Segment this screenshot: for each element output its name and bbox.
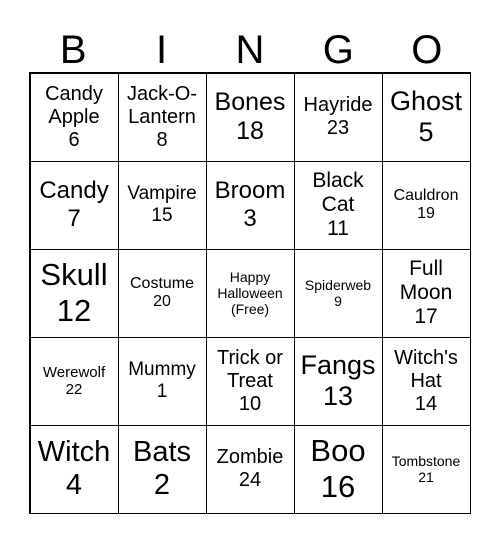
cell-label: Zombie <box>216 446 284 468</box>
cell-label: Witch <box>37 435 111 468</box>
bingo-cell[interactable]: Happy Halloween (Free) <box>205 248 295 338</box>
cell-number: 17 <box>414 305 438 329</box>
cell-label: Witch's Hat <box>394 346 458 392</box>
bingo-cell[interactable]: Mummy 1 <box>117 336 207 426</box>
bingo-cell[interactable]: Zombie 24 <box>205 424 295 514</box>
cell-label: Jack-O-Lantern <box>127 82 197 128</box>
bingo-cell[interactable]: Fangs 13 <box>293 336 383 426</box>
cell-label: Fangs <box>300 349 376 380</box>
bingo-cell[interactable]: Boo 16 <box>293 424 383 514</box>
cell-number: 5 <box>418 117 434 147</box>
bingo-cell[interactable]: Trick or Treat 10 <box>205 336 295 426</box>
cell-number: 9 <box>334 293 342 309</box>
cell-label: Boo <box>310 433 366 469</box>
bingo-cell[interactable]: Black Cat 11 <box>293 160 383 250</box>
bingo-cell[interactable]: Cauldron 19 <box>381 160 471 250</box>
bingo-cell[interactable]: Vampire 15 <box>117 160 207 250</box>
cell-label: Bats <box>132 435 192 468</box>
cell-number: 14 <box>414 392 438 415</box>
cell-number: 3 <box>243 205 257 232</box>
cell-number: 15 <box>151 205 173 226</box>
cell-label: Skull <box>40 257 108 293</box>
bingo-cell[interactable]: Spiderweb 9 <box>293 248 383 338</box>
cell-number: 16 <box>320 469 356 504</box>
bingo-cell[interactable]: Ghost 5 <box>381 72 471 162</box>
cell-label: Black Cat <box>312 168 364 216</box>
cell-label: Spiderweb <box>304 276 372 293</box>
bingo-cell[interactable]: Jack-O-Lantern 8 <box>117 72 207 162</box>
bingo-cell[interactable]: Candy 7 <box>29 160 119 250</box>
cell-label: Cauldron <box>393 186 459 204</box>
cell-label: Hayride <box>303 94 373 116</box>
cell-number: 13 <box>322 381 354 411</box>
cell-number: 12 <box>56 293 92 328</box>
cell-number: 6 <box>68 128 80 151</box>
bingo-cell[interactable]: Witch's Hat 14 <box>381 336 471 426</box>
cell-label: Candy <box>39 177 109 205</box>
cell-label: Happy Halloween <box>217 268 283 301</box>
bingo-cell[interactable]: Tombstone 21 <box>381 424 471 514</box>
bingo-cell[interactable]: Bones 18 <box>205 72 295 162</box>
cell-label: Vampire <box>127 183 197 205</box>
cell-number: 8 <box>156 128 168 151</box>
cell-number: 19 <box>417 205 435 222</box>
cell-number: 20 <box>153 293 171 310</box>
cell-number: 21 <box>418 469 434 485</box>
cell-number: 23 <box>326 117 350 139</box>
cell-number: 10 <box>238 392 262 415</box>
cell-label: Full Moon <box>399 256 453 304</box>
bingo-cell[interactable]: Broom 3 <box>205 160 295 250</box>
bingo-cell[interactable]: Candy Apple 6 <box>29 72 119 162</box>
cell-number: 7 <box>67 205 81 232</box>
cell-label: Tombstone <box>391 452 461 469</box>
cell-label: Candy Apple <box>45 82 103 128</box>
cell-label: Ghost <box>389 85 463 116</box>
cell-number: 18 <box>236 117 264 145</box>
bingo-cell[interactable]: Werewolf 22 <box>29 336 119 426</box>
bingo-cell[interactable]: Costume 20 <box>117 248 207 338</box>
cell-number: (Free) <box>230 301 270 318</box>
bingo-cell[interactable]: Witch 4 <box>29 424 119 514</box>
cell-number: 22 <box>65 381 83 398</box>
bingo-cell[interactable]: Bats 2 <box>117 424 207 514</box>
cell-label: Werewolf <box>42 363 106 381</box>
header-letter-g: G <box>322 28 354 72</box>
bingo-grid: Candy Apple 6 Jack-O-Lantern 8 Bones 18 Hayrid… <box>29 72 471 514</box>
bingo-cell[interactable]: Hayride 23 <box>293 72 383 162</box>
cell-label: Bones <box>214 88 286 117</box>
cell-number: 11 <box>327 217 349 241</box>
cell-number: 24 <box>238 469 262 491</box>
cell-number: 4 <box>65 469 83 501</box>
cell-label: Mummy <box>128 359 196 381</box>
cell-label: Costume <box>129 274 195 292</box>
cell-label: Trick or Treat <box>217 346 283 392</box>
cell-label: Broom <box>214 177 286 205</box>
header-letter-n: N <box>235 28 265 72</box>
cell-number: 1 <box>156 381 168 402</box>
cell-number: 2 <box>153 469 171 501</box>
bingo-cell[interactable]: Skull 12 <box>29 248 119 338</box>
bingo-cell[interactable]: Full Moon 17 <box>381 248 471 338</box>
header-letter-o: O <box>411 28 443 72</box>
header-letter-i: I <box>156 28 168 72</box>
header-letter-b: B <box>59 28 87 72</box>
bingo-header: B I N G O <box>29 26 471 74</box>
